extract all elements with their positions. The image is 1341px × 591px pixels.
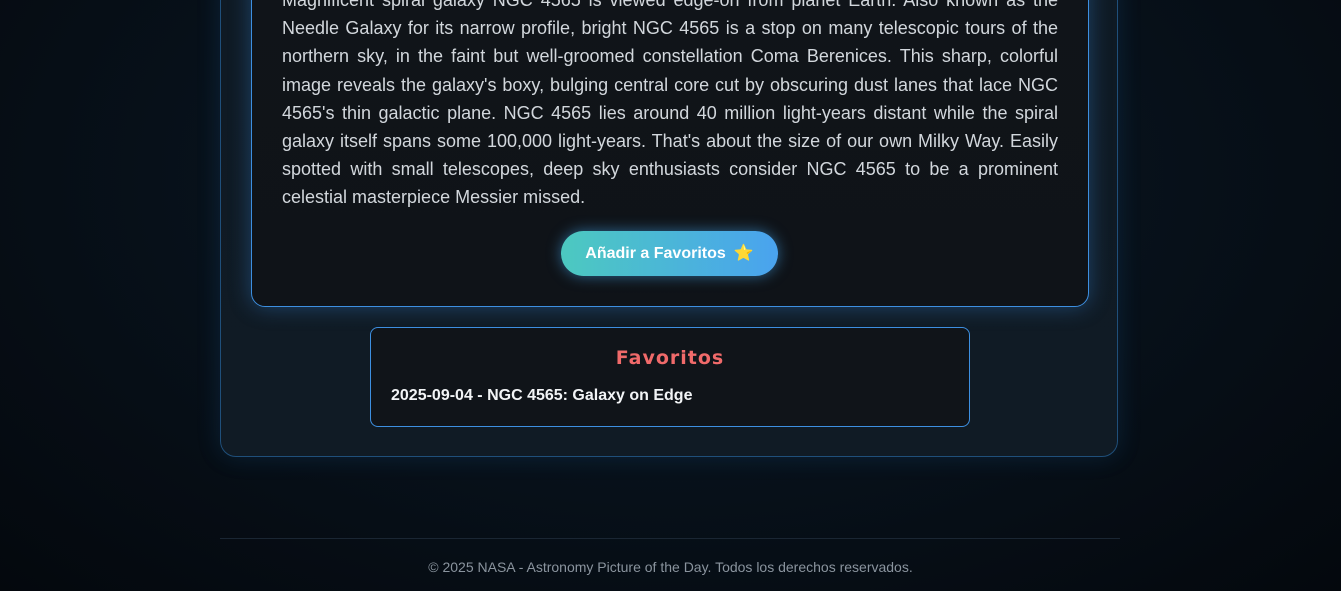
page: Magnificent spiral galaxy NGC 4565 is vi… [0,0,1341,591]
favorites-section: Favoritos 2025-09-04 - NGC 4565: Galaxy … [370,327,970,427]
apod-explanation: Magnificent spiral galaxy NGC 4565 is vi… [282,0,1058,208]
footer-copyright: © 2025 NASA - Astronomy Picture of the D… [428,559,913,575]
favorites-title: Favoritos [615,347,725,369]
add-to-favorites-button[interactable]: Añadir a Favoritos ⭐ [561,231,778,276]
add-to-favorites-label: Añadir a Favoritos [585,244,726,262]
star-icon: ⭐ [733,244,754,262]
footer-divider [220,538,1120,539]
favorite-item[interactable]: 2025-09-04 - NGC 4565: Galaxy on Edge [391,387,692,405]
